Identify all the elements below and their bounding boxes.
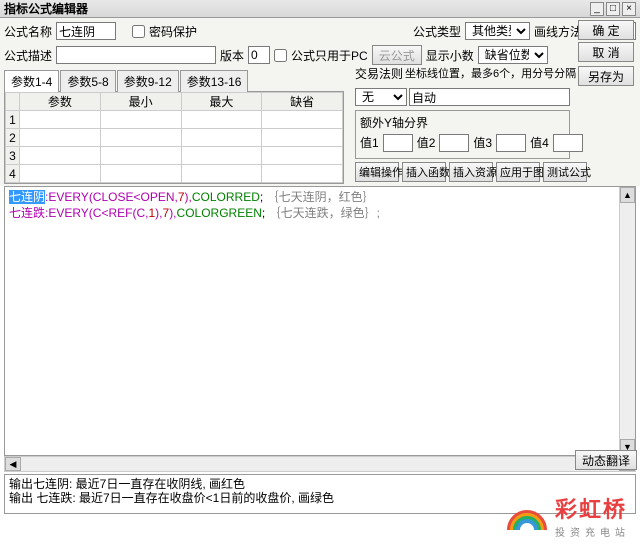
tab-params-1-4[interactable]: 参数1-4 [4,70,59,92]
y-value3-input[interactable] [496,134,526,152]
y-value2-input[interactable] [439,134,469,152]
tab-params-5-8[interactable]: 参数5-8 [60,70,115,92]
insert-fn-button[interactable]: 插入函数 [402,162,446,182]
type-select[interactable]: 其他类型 [465,22,530,40]
code-vscrollbar[interactable]: ▲ ▼ [619,187,635,455]
edit-op-button[interactable]: 编辑操作 [355,162,399,182]
desc-label: 公式描述 [4,47,52,64]
y-value1-input[interactable] [383,134,413,152]
name-label: 公式名称 [4,23,52,40]
minimize-button[interactable]: _ [590,2,604,16]
window-title: 指标公式编辑器 [4,0,88,17]
trade-hint: 坐标线位置，最多6个，用分号分隔 [405,65,576,81]
trade-select[interactable]: 无 [355,88,407,106]
name-input[interactable] [56,22,116,40]
dynamic-translate-button[interactable]: 动态翻译 [575,450,637,470]
maximize-button[interactable]: □ [606,2,620,16]
desc-input[interactable] [56,46,216,64]
trade-coord-input[interactable] [409,88,570,106]
output-line: 输出七连阴: 最近7日一直存在收阴线, 画红色 [9,477,631,491]
scroll-left-icon[interactable]: ◀ [5,457,21,471]
version-input[interactable] [248,46,270,64]
pconly-checkbox[interactable] [274,49,287,62]
password-checkbox[interactable] [132,25,145,38]
insert-res-button[interactable]: 插入资源 [449,162,493,182]
type-label: 公式类型 [413,23,461,40]
output-panel: 输出七连阴: 最近7日一直存在收阴线, 画红色 输出 七连跌: 最近7日一直存在… [4,474,636,514]
version-label: 版本 [220,47,244,64]
param-cell[interactable] [20,111,101,129]
line-label: 画线方法 [534,23,582,40]
dec-label: 显示小数 [426,47,474,64]
password-label: 密码保护 [149,23,197,40]
trade-label: 交易法则 [355,65,403,82]
cancel-button[interactable]: 取 消 [578,42,634,62]
saveas-button[interactable]: 另存为 [578,66,634,86]
code-hscrollbar[interactable]: ◀ ▶ [4,456,636,472]
y-value4-input[interactable] [553,134,583,152]
tab-params-9-12[interactable]: 参数9-12 [117,70,179,92]
apply-button[interactable]: 应用于图 [496,162,540,182]
pconly-label: 公式只用于PC [291,47,368,64]
code-editor[interactable]: 七连阴:EVERY(CLOSE<OPEN,7),COLORRED; ｛七天连阴，… [4,186,636,456]
yaxis-label: 额外Y轴分界 [360,116,428,130]
param-table: 参数最小最大缺省 1 2 3 4 [4,91,344,184]
output-line: 输出 七连跌: 最近7日一直存在收盘价<1日前的收盘价, 画绿色 [9,491,631,505]
close-button[interactable]: × [622,2,636,16]
scroll-up-icon[interactable]: ▲ [620,187,635,203]
test-button[interactable]: 测试公式 [543,162,587,182]
ok-button[interactable]: 确 定 [578,20,634,40]
tab-params-13-16[interactable]: 参数13-16 [180,70,249,92]
